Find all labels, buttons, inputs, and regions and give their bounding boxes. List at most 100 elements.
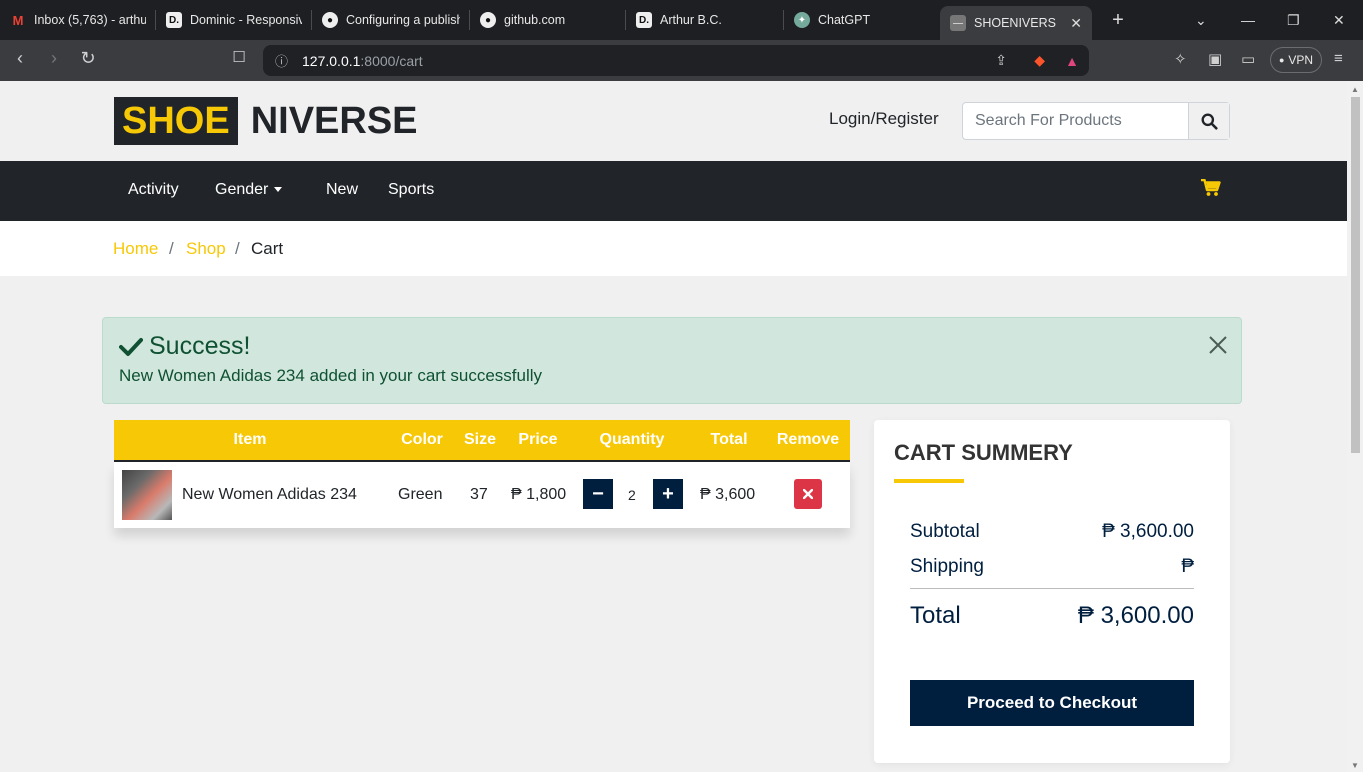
subtotal-value: ₱ 3,600.00 (1102, 521, 1194, 542)
browser-tab[interactable]: D. Arthur B.C. (626, 0, 784, 40)
table-row: New Women Adidas 234 Green 37 ₱ 1,800 − … (114, 462, 850, 528)
search-icon (1201, 113, 1218, 130)
site-logo[interactable]: SHOE NIVERSE (114, 97, 418, 145)
page-content: SHOE NIVERSE Login/Register Activity Gen… (0, 81, 1347, 772)
check-icon (119, 337, 143, 356)
github-icon: ● (480, 12, 496, 28)
cart-table-header: Item Color Size Price Quantity Total Rem… (114, 420, 850, 462)
cart-icon[interactable] (1201, 179, 1221, 197)
product-thumbnail (122, 470, 172, 520)
item-total: ₱ 3,600 (700, 486, 756, 503)
back-icon[interactable]: ‹ (3, 48, 37, 69)
site-info-icon[interactable]: ⓘ (275, 51, 288, 70)
search-form (962, 102, 1230, 140)
decrease-quantity-button[interactable]: − (583, 479, 613, 509)
quantity-value: 2 (628, 487, 636, 503)
column-header-size: Size (463, 431, 496, 448)
total-row: Total ₱ 3,600.00 (910, 602, 1194, 629)
site-header: SHOE NIVERSE Login/Register (0, 81, 1347, 161)
nav-gender-dropdown[interactable]: Gender (215, 181, 283, 199)
extensions-icon[interactable]: ✧ (1174, 50, 1187, 68)
success-alert: Success! New Women Adidas 234 added in y… (102, 317, 1242, 404)
item-size: 37 (470, 486, 488, 503)
breadcrumb-shop[interactable]: Shop (186, 239, 226, 259)
alert-heading: Success! (119, 332, 250, 361)
browser-tab[interactable]: ✦ ChatGPT (784, 0, 940, 40)
column-header-price: Price (518, 431, 558, 448)
menu-icon[interactable]: ≡ (1334, 50, 1343, 67)
forward-icon[interactable]: › (37, 48, 71, 69)
github-icon: ● (322, 12, 338, 28)
summary-title: CART SUMMERY (894, 440, 1073, 465)
main-navbar: Activity Gender New Sports (0, 161, 1347, 221)
bookmark-icon[interactable]: ☐ (222, 48, 256, 66)
nav-activity[interactable]: Activity (128, 181, 179, 199)
title-underline (894, 479, 964, 483)
d-icon: D. (636, 12, 652, 28)
item-name[interactable]: New Women Adidas 234 (182, 486, 357, 504)
page-scrollbar[interactable]: ▲ ▼ (1347, 81, 1363, 772)
increase-quantity-button[interactable]: + (653, 479, 683, 509)
browser-tab[interactable]: ● Configuring a publish (312, 0, 470, 40)
breadcrumb-separator: / (235, 239, 240, 258)
divider (910, 588, 1194, 589)
caret-down-icon (274, 187, 283, 193)
chatgpt-icon: ✦ (794, 12, 810, 28)
column-header-color: Color (401, 431, 443, 448)
close-tab-icon[interactable]: ✕ (1070, 15, 1082, 32)
total-value: ₱ 3,600.00 (1077, 602, 1194, 629)
browser-tab[interactable]: ● github.com (470, 0, 626, 40)
breadcrumb-separator: / (169, 239, 174, 258)
search-input[interactable] (963, 103, 1189, 139)
vpn-button[interactable]: ● VPN (1270, 47, 1322, 73)
breadcrumb: Home / Shop / Cart (0, 221, 1347, 276)
remove-item-button[interactable] (794, 479, 822, 509)
page-icon: — (950, 15, 966, 31)
sidebar-icon[interactable]: ▣ (1208, 50, 1222, 68)
shipping-row: Shipping ₱ (910, 556, 1194, 577)
cart-summary: CART SUMMERY Subtotal ₱ 3,600.00 Shippin… (874, 420, 1230, 763)
cart-table: Item Color Size Price Quantity Total Rem… (114, 420, 850, 540)
scroll-up-icon[interactable]: ▲ (1351, 85, 1359, 94)
gmail-icon: M (12, 12, 24, 28)
alert-message: New Women Adidas 234 added in your cart … (119, 366, 543, 385)
restore-icon[interactable]: ❐ (1287, 0, 1300, 40)
brave-shield-icon[interactable]: ◆ (1034, 52, 1045, 69)
nav-sports[interactable]: Sports (388, 181, 434, 199)
new-tab-icon[interactable]: + (1106, 9, 1130, 32)
login-register-link[interactable]: Login/Register (829, 109, 939, 129)
breadcrumb-home[interactable]: Home (113, 239, 158, 259)
window-close-icon[interactable]: ✕ (1333, 0, 1345, 40)
address-bar[interactable]: ⓘ 127.0.0.1:8000/cart ⇪ ◆ ▲ (263, 45, 1089, 76)
vpn-status-icon: ● (1278, 55, 1285, 65)
brave-rewards-icon[interactable]: ▲ (1065, 53, 1079, 69)
nav-new[interactable]: New (326, 181, 358, 199)
item-price: ₱ 1,800 (511, 486, 567, 503)
subtotal-row: Subtotal ₱ 3,600.00 (910, 521, 1194, 542)
browser-tab-active[interactable]: — SHOENIVERSE ✕ (940, 6, 1092, 40)
column-header-total: Total (710, 431, 748, 448)
alert-close-button[interactable] (1209, 336, 1227, 359)
tab-search-icon[interactable]: ⌄ (1195, 0, 1207, 40)
plus-icon: + (662, 482, 674, 505)
close-icon (1209, 336, 1227, 354)
share-icon[interactable]: ⇪ (995, 52, 1007, 69)
minimize-icon[interactable]: — (1241, 0, 1255, 40)
browser-toolbar: ‹ › ↻ ☐ ⓘ 127.0.0.1:8000/cart ⇪ ◆ ▲ ✧ ▣ … (0, 40, 1363, 81)
minus-icon: − (592, 482, 604, 505)
search-button[interactable] (1188, 103, 1229, 139)
reload-icon[interactable]: ↻ (71, 48, 105, 69)
d-icon: D. (166, 12, 182, 28)
wallet-icon[interactable]: ▭ (1241, 50, 1255, 68)
browser-tab[interactable]: D. Dominic - Responsive (156, 0, 312, 40)
scrollbar-thumb[interactable] (1351, 97, 1360, 453)
close-icon (803, 489, 813, 499)
browser-tab[interactable]: M Inbox (5,763) - arthur (0, 0, 156, 40)
proceed-to-checkout-button[interactable]: Proceed to Checkout (910, 680, 1194, 726)
shipping-value: ₱ (1181, 556, 1194, 577)
breadcrumb-current: Cart (251, 239, 284, 258)
browser-tab-bar: M Inbox (5,763) - arthur D. Dominic - Re… (0, 0, 1363, 40)
column-header-remove: Remove (776, 431, 840, 448)
scroll-down-icon[interactable]: ▼ (1351, 761, 1359, 770)
column-header-item: Item (233, 431, 267, 448)
